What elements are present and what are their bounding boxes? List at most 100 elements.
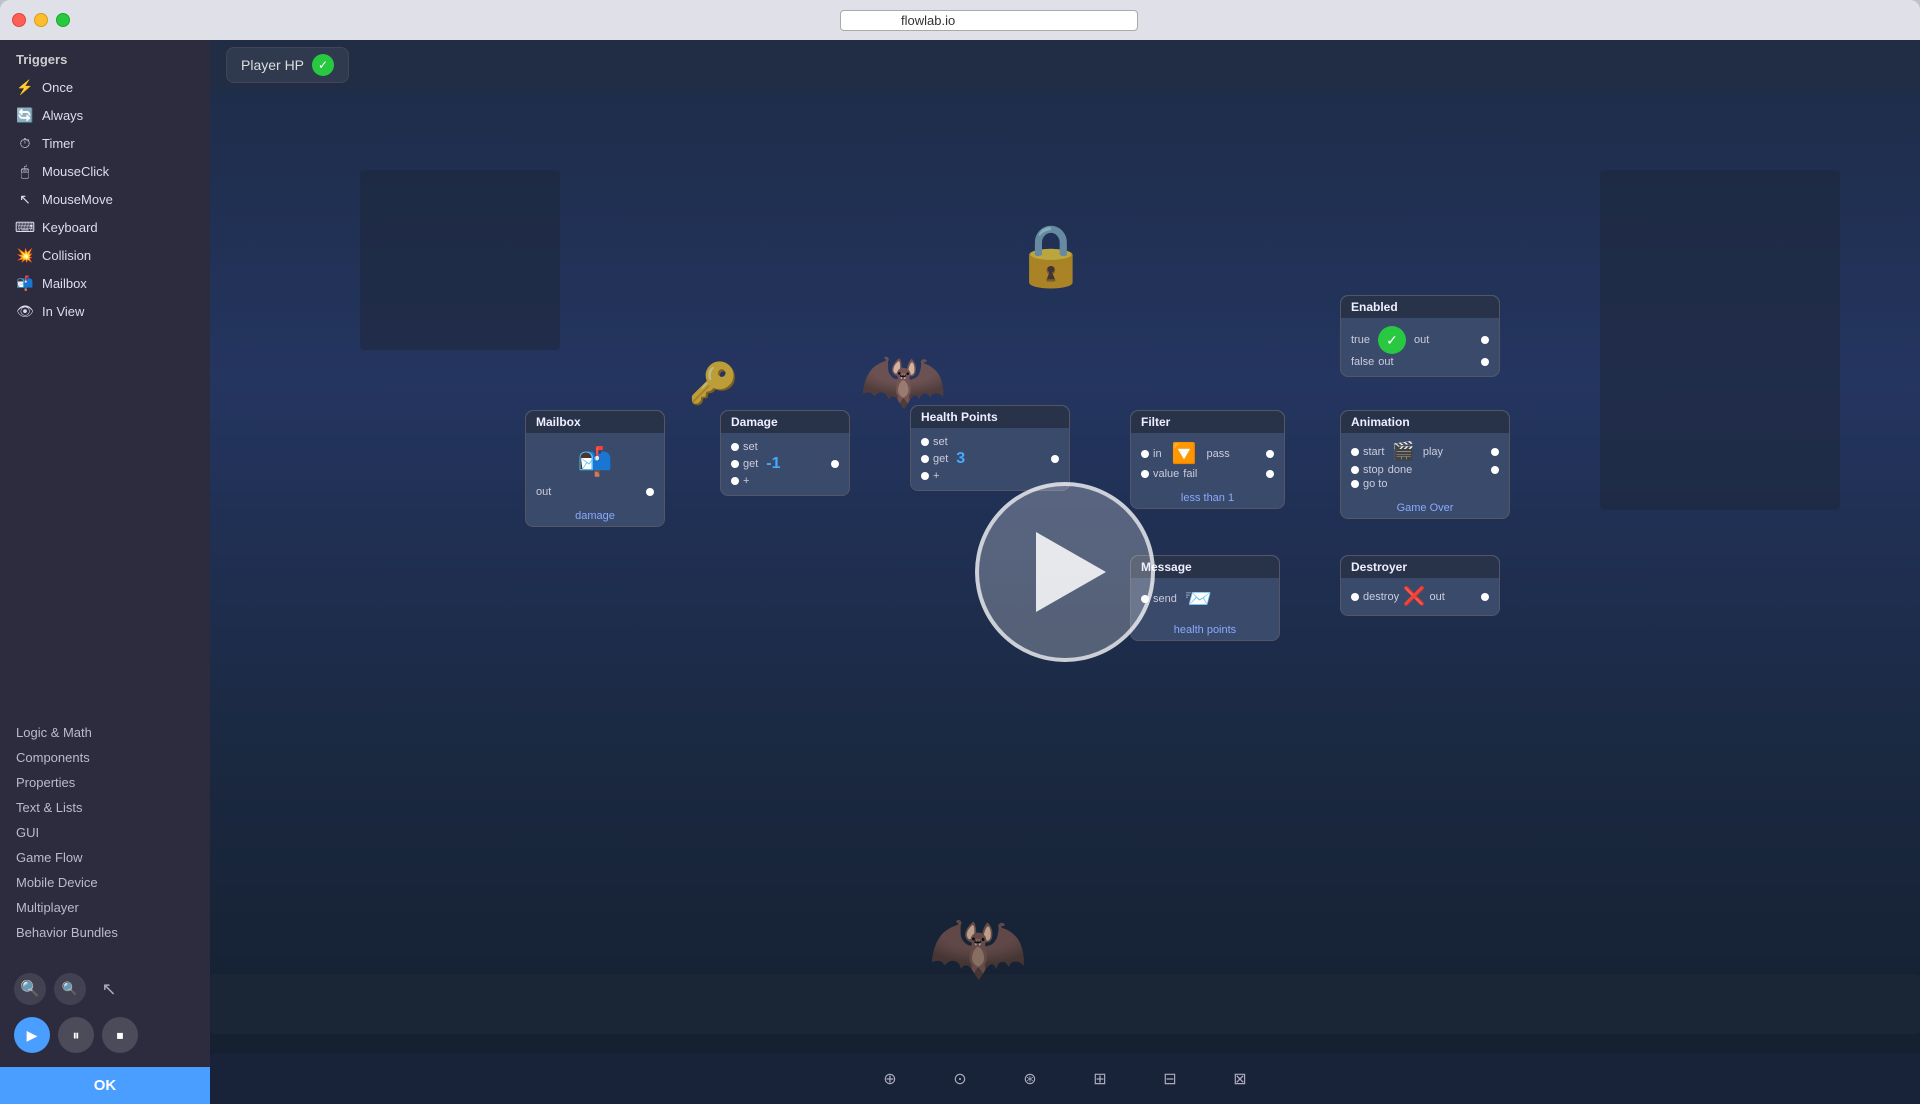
sidebar-item-properties[interactable]: Properties [0, 770, 210, 795]
animation-node[interactable]: Animation start 🎬 play stop done [1340, 410, 1510, 519]
damage-node[interactable]: Damage set get -1 + [720, 410, 850, 496]
filter-value-port[interactable] [1141, 470, 1149, 478]
message-send-row: send 📨 [1141, 586, 1269, 612]
sidebar-item-game-flow[interactable]: Game Flow [0, 845, 210, 870]
toolbar-icon-4[interactable]: ⊞ [1085, 1064, 1115, 1094]
mailbox-node[interactable]: Mailbox 📬 out damage [525, 410, 665, 527]
anim-play-label: play [1423, 446, 1443, 458]
hp-value: 3 [956, 450, 965, 468]
message-icon: 📨 [1185, 586, 1212, 612]
sidebar-item-timer[interactable]: ⏱ Timer [0, 129, 210, 157]
anim-done-port[interactable] [1491, 466, 1499, 474]
sidebar-item-mailbox[interactable]: 📬 Mailbox [0, 269, 210, 297]
sidebar-item-behavior-bundles[interactable]: Behavior Bundles [0, 920, 210, 945]
hp-get-row: get 3 [921, 450, 1059, 468]
timer-label: Timer [42, 136, 75, 151]
zoom-in-button[interactable]: 🔍 [14, 973, 46, 1005]
filter-fail-label: fail [1183, 468, 1197, 480]
toolbar-icon-5[interactable]: ⊟ [1155, 1064, 1185, 1094]
destroyer-node[interactable]: Destroyer destroy ❌ out [1340, 555, 1500, 616]
hp-set-label: set [933, 436, 948, 448]
main-content: Triggers ⚡ Once 🔄 Always ⏱ Timer 🖱 Mouse… [0, 40, 1920, 1104]
enabled-true-label: true [1351, 334, 1370, 346]
collision-icon: 💥 [16, 246, 34, 264]
anim-play-port[interactable] [1491, 448, 1499, 456]
stop-button[interactable]: ⏹ [102, 1017, 138, 1053]
filter-pass-port[interactable] [1266, 450, 1274, 458]
sidebar-item-mobile-device[interactable]: Mobile Device [0, 870, 210, 895]
enabled-out-1-port[interactable] [1481, 336, 1489, 344]
animation-icon: 🎬 [1392, 441, 1414, 462]
hp-plus-row: + [921, 470, 1059, 482]
sidebar-item-mouseclick[interactable]: 🖱 MouseClick [0, 157, 210, 185]
creature-center-icon: 🦇 [928, 900, 1028, 994]
pause-button[interactable]: ⏸ [58, 1017, 94, 1053]
hp-plus-port[interactable] [921, 472, 929, 480]
sidebar-item-logic-math[interactable]: Logic & Math [0, 720, 210, 745]
message-send-label: send [1153, 593, 1177, 605]
url-input[interactable] [840, 10, 1138, 31]
sidebar-item-multiplayer[interactable]: Multiplayer [0, 895, 210, 920]
close-button[interactable] [12, 13, 26, 27]
player-hp-check: ✓ [312, 54, 334, 76]
minimize-button[interactable] [34, 13, 48, 27]
destroyer-destroy-row: destroy ❌ out [1351, 586, 1489, 607]
filter-in-row: in 🔽 pass [1141, 441, 1274, 466]
ok-button[interactable]: OK [0, 1067, 210, 1104]
enabled-node-body: true ✓ out false out [1341, 318, 1499, 376]
anim-stop-port[interactable] [1351, 466, 1359, 474]
keyboard-icon: ⌨ [16, 218, 34, 236]
filter-fail-port[interactable] [1266, 470, 1274, 478]
hp-get-port[interactable] [921, 455, 929, 463]
sidebar-item-text-lists[interactable]: Text & Lists [0, 795, 210, 820]
anim-goto-port[interactable] [1351, 480, 1359, 488]
mailbox-out-port[interactable] [646, 488, 654, 496]
toolbar-icon-1[interactable]: ⊕ [875, 1064, 905, 1094]
hp-out-port[interactable] [1051, 455, 1059, 463]
anim-start-port[interactable] [1351, 448, 1359, 456]
enabled-out-2-label: out [1378, 356, 1393, 368]
enabled-node[interactable]: Enabled true ✓ out false out [1340, 295, 1500, 377]
key-icon: 🔑 [689, 360, 739, 407]
zoom-out-button[interactable]: 🔍 [54, 973, 86, 1005]
sidebar-item-gui[interactable]: GUI [0, 820, 210, 845]
sidebar-item-once[interactable]: ⚡ Once [0, 73, 210, 101]
canvas-area[interactable]: 🔒 🦇 🦇 🔑 Player HP ✓ [210, 40, 1920, 1104]
sidebar-item-inview[interactable]: 👁 In View [0, 297, 210, 325]
enabled-check-icon: ✓ [1378, 326, 1406, 354]
filter-value-label: value [1153, 468, 1179, 480]
mailbox-out-row: out [536, 486, 654, 498]
scene-wall-left [360, 170, 560, 350]
filter-value-row: value fail [1141, 468, 1274, 480]
toolbar-icon-2[interactable]: ⊙ [945, 1064, 975, 1094]
damage-set-row: set [731, 441, 839, 453]
play-button[interactable]: ▶ [14, 1017, 50, 1053]
destroyer-destroy-port[interactable] [1351, 593, 1359, 601]
hp-get-label: get [933, 453, 948, 465]
sidebar-item-keyboard[interactable]: ⌨ Keyboard [0, 213, 210, 241]
fullscreen-button[interactable] [56, 13, 70, 27]
sidebar-item-mousemove[interactable]: ↖ MouseMove [0, 185, 210, 213]
health-points-node[interactable]: Health Points set get 3 + [910, 405, 1070, 491]
toolbar-icon-6[interactable]: ⊠ [1225, 1064, 1255, 1094]
destroyer-node-body: destroy ❌ out [1341, 578, 1499, 615]
sidebar-item-collision[interactable]: 💥 Collision [0, 241, 210, 269]
sidebar-bottom: 🔍 🔍 ↖ ▶ ⏸ ⏹ [0, 955, 210, 1067]
play-overlay-button[interactable] [975, 482, 1155, 662]
scene-ground [210, 974, 1920, 1034]
damage-set-port[interactable] [731, 443, 739, 451]
mailbox-node-title: Mailbox [526, 411, 664, 433]
filter-in-port[interactable] [1141, 450, 1149, 458]
player-hp-badge[interactable]: Player HP ✓ [226, 47, 349, 83]
damage-plus-port[interactable] [731, 477, 739, 485]
enabled-out-2-port[interactable] [1481, 358, 1489, 366]
damage-get-port[interactable] [731, 460, 739, 468]
hp-set-port[interactable] [921, 438, 929, 446]
sidebar-item-components[interactable]: Components [0, 745, 210, 770]
enabled-out-1-label: out [1414, 334, 1429, 346]
destroyer-out-port[interactable] [1481, 593, 1489, 601]
toolbar-icon-3[interactable]: ⊛ [1015, 1064, 1045, 1094]
filter-node[interactable]: Filter in 🔽 pass value fail [1130, 410, 1285, 509]
damage-out-port[interactable] [831, 460, 839, 468]
sidebar-item-always[interactable]: 🔄 Always [0, 101, 210, 129]
